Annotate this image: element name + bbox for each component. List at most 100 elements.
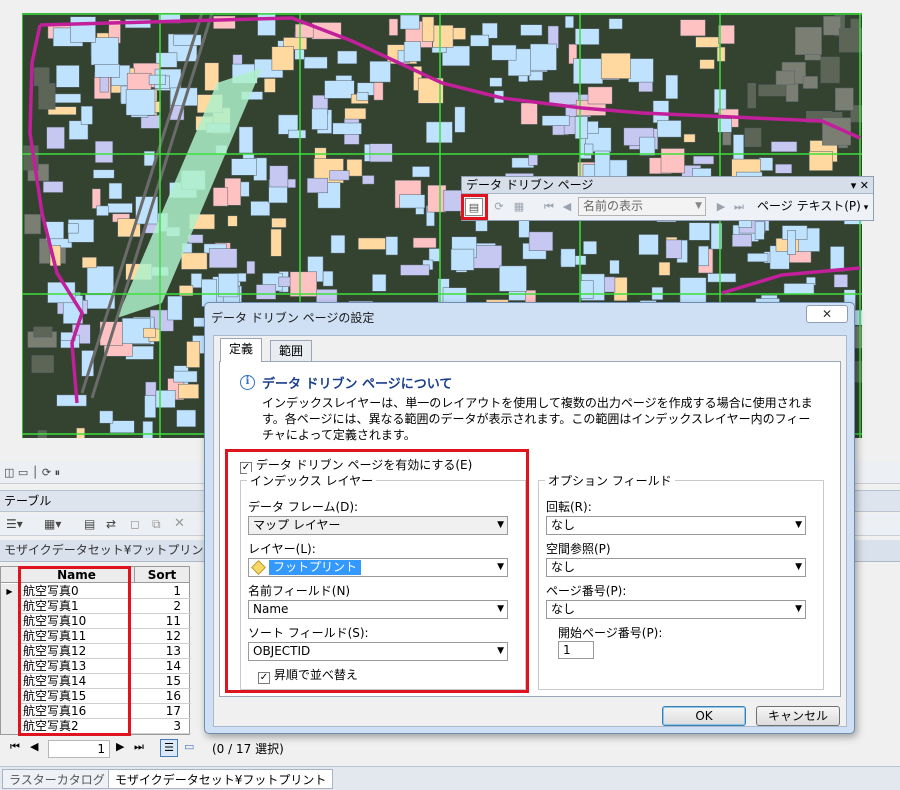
cell-sort[interactable]: 11 — [135, 614, 181, 629]
row-selector[interactable] — [1, 629, 19, 644]
row-selector[interactable] — [1, 719, 19, 734]
clear-selection-icon[interactable]: ◻ — [130, 517, 140, 531]
grid-icon[interactable]: ▦ — [510, 198, 528, 216]
building-footprint — [167, 295, 183, 321]
last-record-icon[interactable]: ⏭ — [134, 740, 144, 754]
switch-selection-icon[interactable]: ⇄ — [106, 517, 116, 531]
current-record-field[interactable]: 1 — [48, 740, 110, 758]
cell-sort[interactable]: 13 — [135, 644, 181, 659]
previous-record-icon[interactable]: ◀ — [30, 740, 38, 753]
next-record-icon[interactable]: ▶ — [116, 740, 124, 753]
building-footprint — [181, 252, 208, 270]
cell-sort[interactable]: 1 — [135, 584, 181, 599]
previous-page-icon[interactable]: ◀ — [558, 198, 576, 216]
next-page-icon[interactable]: ▶ — [712, 198, 730, 216]
delete-icon[interactable]: ✕ — [174, 516, 185, 531]
row-selector[interactable] — [1, 644, 19, 659]
rotation-select[interactable]: なし ▼ — [546, 516, 806, 535]
cell-sort[interactable]: 14 — [135, 659, 181, 674]
page-name-placeholder: 名前の表示 — [583, 199, 644, 213]
tab-raster-catalog[interactable]: ラスターカタログ — [2, 769, 112, 789]
row-selector[interactable] — [1, 674, 19, 689]
row-selector[interactable] — [1, 689, 19, 704]
building-footprint — [802, 76, 818, 89]
building-footprint — [520, 102, 538, 125]
tab-definition[interactable]: 定義 — [220, 338, 263, 362]
page-number-select[interactable]: なし ▼ — [546, 600, 806, 619]
ok-button[interactable]: OK — [662, 706, 746, 726]
row-selector[interactable] — [1, 704, 19, 719]
info-description: インデックスレイヤーは、単一のレイアウトを使用して複数の出力ページを作成する場合… — [262, 396, 813, 442]
building-footprint — [400, 264, 430, 276]
row-selector[interactable] — [1, 659, 19, 674]
toolbar-window-controls[interactable]: ▾ ✕ — [851, 177, 869, 194]
chevron-down-icon: ▾ — [860, 203, 869, 213]
building-footprint — [372, 274, 387, 292]
building-footprint — [609, 260, 620, 275]
building-footprint — [747, 82, 757, 109]
building-footprint — [652, 100, 669, 124]
row-selector-header — [1, 567, 19, 583]
selection-status: (0 / 17 選択) — [212, 742, 284, 756]
row-selector[interactable] — [1, 614, 19, 629]
building-footprint — [520, 24, 543, 36]
tab-mosaic-footprint[interactable]: モザイクデータセット¥フットプリント — [108, 769, 334, 789]
spatial-ref-select[interactable]: なし ▼ — [546, 558, 806, 577]
building-footprint — [560, 248, 576, 268]
layout-view-icon[interactable]: ◫ ▭ │ ⟳ ⏸ — [4, 466, 60, 480]
building-footprint — [443, 190, 464, 212]
cell-sort[interactable]: 16 — [135, 689, 181, 704]
column-header-sort[interactable]: Sort — [135, 567, 189, 583]
building-footprint — [754, 221, 765, 240]
cell-sort[interactable]: 3 — [135, 719, 181, 734]
building-footprint — [257, 13, 276, 36]
select-by-attributes-icon[interactable]: ▤ — [84, 517, 95, 531]
cell-sort[interactable]: 15 — [135, 674, 181, 689]
building-footprint — [787, 230, 796, 255]
building-footprint — [747, 253, 769, 263]
copy-icon[interactable]: ⧉ — [152, 517, 161, 532]
page-name-combo[interactable]: 名前の表示 ▼ — [578, 197, 706, 216]
start-page-input[interactable]: 1 — [558, 641, 594, 659]
building-footprint — [528, 154, 538, 166]
building-footprint — [178, 383, 199, 399]
data-driven-pages-setup-dialog[interactable]: データ ドリブン ページの設定 ✕ 定義 範囲 i データ ドリブン ページにつ… — [204, 302, 855, 734]
row-selector[interactable] — [1, 599, 19, 614]
row-selector[interactable]: ▶ — [1, 584, 19, 599]
building-footprint — [208, 248, 238, 269]
building-footprint — [269, 165, 289, 188]
cell-sort[interactable]: 12 — [135, 629, 181, 644]
table-options-icon[interactable]: ☰▾ — [6, 517, 23, 531]
cancel-button[interactable]: キャンセル — [756, 706, 840, 726]
page-text-label: ページ テキスト(P) — [757, 199, 861, 213]
building-footprint — [303, 56, 328, 69]
building-footprint — [470, 34, 489, 47]
building-footprint — [70, 16, 96, 43]
page-text-menu[interactable]: ページ テキスト(P) ▾ — [757, 196, 868, 218]
first-page-icon[interactable]: ⏮ — [540, 198, 558, 216]
cell-sort[interactable]: 17 — [135, 704, 181, 719]
building-footprint — [639, 136, 656, 156]
chevron-down-icon: ▼ — [795, 562, 802, 572]
building-footprint — [148, 74, 166, 85]
close-button[interactable]: ✕ — [806, 305, 848, 323]
building-footprint — [54, 93, 81, 104]
info-title: データ ドリブン ページについて — [262, 377, 453, 392]
refresh-icon[interactable]: ⟳ — [490, 198, 508, 216]
building-footprint — [718, 25, 735, 45]
building-footprint — [356, 92, 369, 101]
building-footprint — [288, 129, 307, 139]
building-footprint — [358, 237, 386, 250]
building-footprint — [732, 234, 752, 247]
building-footprint — [388, 18, 399, 36]
last-page-icon[interactable]: ⏭ — [730, 198, 748, 216]
show-selected-records-icon[interactable]: ▭ — [184, 740, 194, 753]
first-record-icon[interactable]: ⏮ — [10, 740, 20, 754]
building-footprint — [613, 277, 628, 302]
page-number-label: ページ番号(P): — [546, 584, 627, 598]
show-all-records-icon[interactable]: ☰ — [160, 739, 178, 757]
building-footprint — [574, 116, 588, 139]
related-tables-icon[interactable]: ▦▾ — [44, 517, 61, 531]
cell-sort[interactable]: 2 — [135, 599, 181, 614]
tab-extent[interactable]: 範囲 — [270, 340, 313, 361]
